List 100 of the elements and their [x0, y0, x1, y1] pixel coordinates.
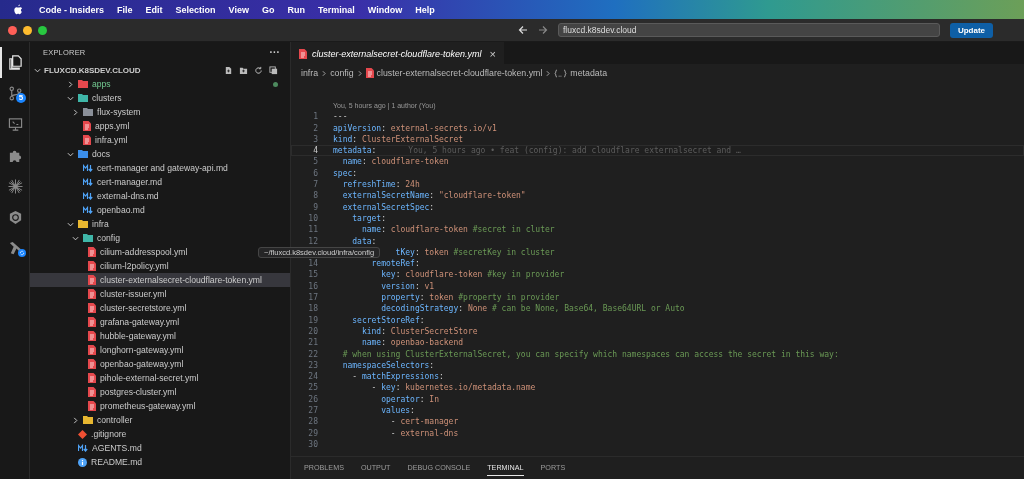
- tree-item[interactable]: infra: [30, 217, 109, 231]
- menu-item[interactable]: View: [228, 4, 249, 15]
- file-icon: [83, 135, 91, 145]
- code-token: matchExpressions: [361, 372, 439, 382]
- menu-item[interactable]: Terminal: [317, 4, 355, 15]
- tree-item[interactable]: cert-manager and gateway-api.md: [30, 161, 228, 175]
- tree-item[interactable]: cluster-secretstore.yml: [30, 301, 187, 315]
- chevron-down-icon[interactable]: [67, 94, 74, 102]
- new-folder-icon[interactable]: [239, 65, 248, 75]
- tree-item[interactable]: openbao-gateway.yml: [30, 357, 184, 371]
- chevron-down-icon[interactable]: [72, 234, 79, 242]
- address-field[interactable]: fluxcd.k8sdev.cloud: [558, 23, 940, 37]
- tree-item[interactable]: README.md: [30, 455, 143, 469]
- menu-item[interactable]: Help: [415, 4, 435, 15]
- code-token: :: [414, 247, 421, 257]
- file-name: README.md: [91, 457, 143, 467]
- menu-item[interactable]: Edit: [145, 4, 163, 15]
- breadcrumb-item[interactable]: cluster-externalsecret-cloudflare-token.yml: [376, 68, 543, 78]
- menu-item[interactable]: File: [117, 4, 133, 15]
- update-button[interactable]: Update: [950, 22, 993, 38]
- code-token: :: [458, 304, 465, 314]
- tree-item[interactable]: flux-system: [30, 105, 141, 119]
- new-file-icon[interactable]: [224, 65, 233, 75]
- tree-item[interactable]: cert-manager.md: [30, 175, 162, 189]
- zoom-window-icon[interactable]: [38, 25, 47, 35]
- code-token: cert-manager: [400, 417, 459, 427]
- breadcrumb-item[interactable]: infra: [301, 68, 319, 78]
- breadcrumb-item[interactable]: config: [330, 68, 354, 78]
- tree-item[interactable]: grafana-gateway.yml: [30, 315, 180, 329]
- more-actions-button[interactable]: ···: [269, 47, 280, 58]
- file-name: apps.yml: [95, 121, 130, 131]
- chevron-down-icon[interactable]: [67, 150, 74, 158]
- tree-item[interactable]: controller: [30, 413, 133, 427]
- tree-item[interactable]: longhorn-gateway.yml: [30, 343, 184, 357]
- file-icon: [88, 261, 96, 271]
- apple-icon[interactable]: [14, 4, 23, 15]
- chevron-right-icon[interactable]: [72, 108, 79, 116]
- tree-item[interactable]: postgres-cluster.yml: [30, 385, 177, 399]
- files-icon: [8, 55, 23, 70]
- file-name: cert-manager and gateway-api.md: [97, 163, 228, 173]
- file-name: cluster-issuer.yml: [100, 289, 167, 299]
- line-number: 1: [313, 112, 318, 122]
- tree-item[interactable]: cilium-l2policy.yml: [30, 259, 169, 273]
- file-name: AGENTS.md: [92, 443, 142, 453]
- minimize-window-icon[interactable]: [23, 25, 32, 35]
- chevron-right-icon: [356, 69, 363, 77]
- forward-arrow-icon[interactable]: [538, 25, 548, 35]
- tree-item[interactable]: prometheus-gateway.yml: [30, 399, 196, 413]
- line-number: 11: [308, 225, 318, 235]
- close-tab-button[interactable]: ×: [489, 47, 496, 60]
- tree-item[interactable]: cluster-externalsecret-cloudflare-token.yml: [30, 273, 290, 287]
- tree-item[interactable]: cluster-issuer.yml: [30, 287, 167, 301]
- tree-item[interactable]: hubble-gateway.yml: [30, 329, 176, 343]
- editor-tab[interactable]: cluster-externalsecret-cloudflare-token.yml ×: [291, 42, 504, 64]
- tree-item[interactable]: apps: [30, 77, 290, 91]
- back-arrow-icon[interactable]: [518, 25, 528, 35]
- code-token: :: [371, 236, 377, 246]
- file-name: hubble-gateway.yml: [100, 331, 176, 341]
- tree-item[interactable]: pihole-external-secret.yml: [30, 371, 199, 385]
- tree-item[interactable]: external-dns.md: [30, 189, 159, 203]
- code-token: "cloudflare-token": [438, 191, 526, 201]
- file-name: cilium-l2policy.yml: [100, 261, 169, 271]
- file-name: cluster-externalsecret-cloudflare-token.yml: [100, 275, 262, 285]
- menu-item[interactable]: Selection: [175, 4, 216, 15]
- tree-item[interactable]: config: [30, 231, 120, 245]
- monitor-icon: [8, 117, 23, 132]
- collapse-all-icon[interactable]: [269, 65, 278, 75]
- close-window-icon[interactable]: [8, 25, 17, 35]
- file-name: apps: [92, 79, 111, 89]
- menu-item[interactable]: Go: [261, 4, 275, 15]
- tree-item[interactable]: cilium-addresspool.yml: [30, 245, 188, 259]
- file-icon: [88, 373, 96, 383]
- tree-item[interactable]: docs: [30, 147, 111, 161]
- app-name[interactable]: Code - Insiders: [39, 4, 104, 15]
- tree-item[interactable]: apps.yml: [30, 119, 130, 133]
- breadcrumb-item[interactable]: metadata: [570, 68, 608, 78]
- tree-item[interactable]: infra.yml: [30, 133, 128, 147]
- line-number: 10: [308, 213, 318, 223]
- workspace-name[interactable]: FLUXCD.K8SDEV.CLOUD: [44, 65, 221, 75]
- tree-item[interactable]: AGENTS.md: [30, 441, 142, 455]
- code-token: :: [410, 406, 415, 415]
- activity-item[interactable]: 5: [0, 78, 29, 109]
- menu-item[interactable]: Run: [287, 4, 305, 15]
- tree-item[interactable]: clusters: [30, 91, 122, 105]
- refresh-icon[interactable]: [254, 65, 263, 75]
- tree-item[interactable]: .gitignore: [30, 427, 127, 441]
- code-token: key: [381, 383, 396, 393]
- chevron-down-icon[interactable]: [67, 220, 74, 228]
- tree-item[interactable]: openbao.md: [30, 203, 145, 217]
- chevron-down-icon[interactable]: [34, 66, 41, 74]
- code-token: ---: [333, 112, 348, 122]
- line-number: 25: [308, 383, 318, 393]
- file-name: cilium-addresspool.yml: [100, 247, 188, 257]
- code-token: 24h: [405, 180, 420, 190]
- chevron-right-icon[interactable]: [67, 80, 74, 88]
- code-token: :: [429, 202, 435, 212]
- markdown-icon: [83, 192, 93, 200]
- code-token: :: [414, 281, 421, 291]
- chevron-right-icon[interactable]: [72, 416, 79, 424]
- menu-item[interactable]: Window: [367, 4, 403, 15]
